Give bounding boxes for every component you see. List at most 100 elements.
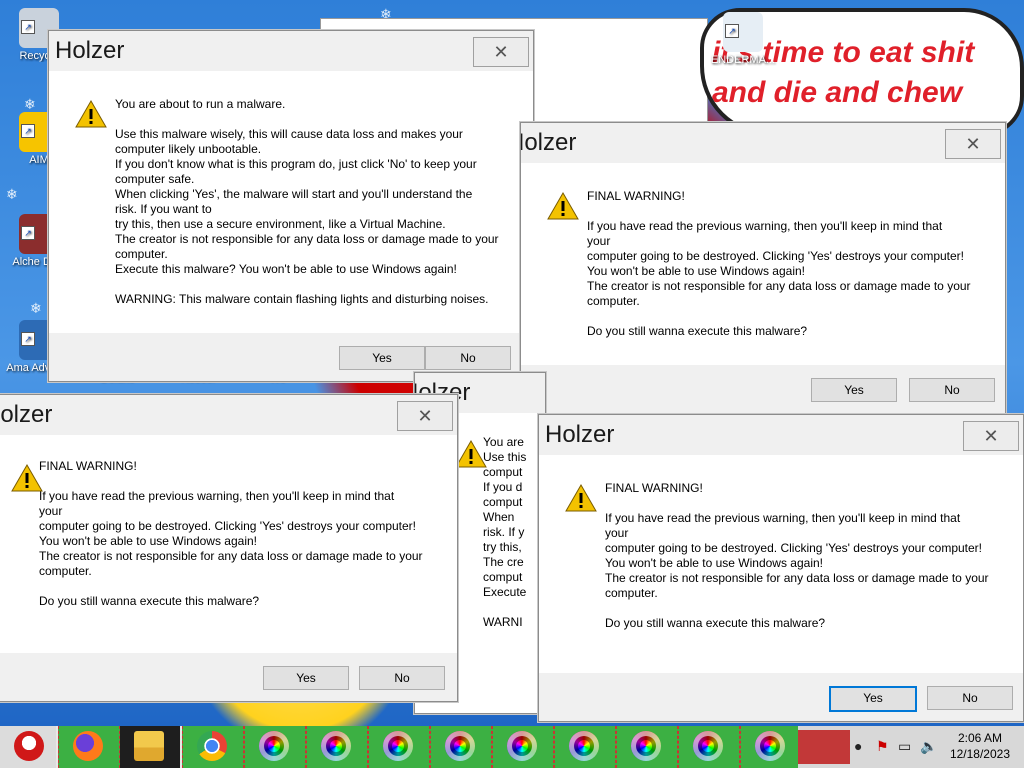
message-line: Execute — [483, 585, 527, 599]
taskbar-app[interactable] — [58, 726, 120, 768]
flag-icon[interactable]: ⚑ — [876, 738, 889, 755]
message-line: computer safe. — [115, 172, 195, 186]
clock[interactable]: 2:06 AM 12/18/2023 — [950, 730, 1010, 762]
color-wheel-icon — [259, 731, 289, 761]
dot-icon: ● — [854, 738, 863, 754]
title-bar[interactable]: Holzer ✕ — [49, 31, 533, 71]
santa-start-icon — [14, 731, 44, 761]
no-button[interactable]: No — [909, 378, 995, 402]
no-button[interactable]: No — [425, 346, 511, 370]
message-line: You are — [483, 435, 524, 449]
message-line: If you have read the previous warning, t… — [587, 219, 943, 233]
close-icon: ✕ — [965, 134, 981, 154]
taskbar-app[interactable] — [554, 726, 616, 768]
message-line: try this, — [483, 540, 522, 554]
yes-button[interactable]: Yes — [811, 378, 897, 402]
dialog-message: You are Use this comput If you d comput When r… — [483, 435, 526, 630]
chrome-icon — [197, 731, 227, 761]
dialog-message: You are about to run a malware. Use this … — [115, 97, 499, 307]
warning-icon — [547, 191, 579, 220]
message-line: You won't be able to use Windows again! — [587, 264, 805, 278]
title-bar[interactable]: Holzer ✕ — [521, 123, 1005, 163]
color-wheel-icon — [631, 731, 661, 761]
dialog-window: Holzer ✕ You are about to run a malware. Us… — [48, 30, 534, 382]
message-line: comput — [483, 495, 523, 509]
taskbar-app[interactable] — [368, 726, 430, 768]
button-bar: Yes No — [521, 365, 1005, 413]
desktop-icon-label: ENDERMA... — [710, 54, 776, 66]
no-button[interactable]: No — [927, 686, 1013, 710]
dialog-window: Holzer ✕ FINAL WARNING! If you have read th… — [538, 414, 1024, 722]
message-line: Execute this malware? You won't be able … — [115, 262, 457, 276]
message-line: risk. If you want to — [115, 202, 212, 216]
yes-button[interactable]: Yes — [339, 346, 425, 370]
message-line: The cre — [483, 555, 524, 569]
message-line: You won't be able to use Windows again! — [39, 534, 257, 548]
dialog-message: FINAL WARNING! If you have read the previ… — [605, 481, 989, 631]
warning-icon — [565, 483, 597, 512]
title-bar[interactable]: Holzer ✕ — [0, 395, 457, 435]
close-icon: ✕ — [983, 426, 999, 446]
message-line: computer going to be destroyed. Clicking… — [605, 541, 982, 555]
no-button[interactable]: No — [359, 666, 445, 690]
taskbar-app[interactable] — [616, 726, 678, 768]
shortcut-arrow-icon: ↗ — [725, 24, 739, 38]
shortcut-arrow-icon: ↗ — [21, 226, 35, 240]
shortcut-arrow-icon: ↗ — [21, 332, 35, 346]
color-wheel-icon — [383, 731, 413, 761]
button-bar: Yes No — [0, 653, 457, 701]
network-icon[interactable]: ▭ — [898, 738, 911, 755]
warning-icon — [75, 99, 107, 128]
color-wheel-icon — [445, 731, 475, 761]
color-wheel-icon — [755, 731, 785, 761]
taskbar-app[interactable] — [182, 726, 244, 768]
start-button[interactable] — [0, 726, 56, 768]
message-line: Do you still wanna execute this malware? — [605, 616, 826, 630]
snowflake-icon: ❄ — [6, 186, 18, 202]
message-line: You are about to run a malware. — [115, 97, 286, 111]
message-line: computer going to be destroyed. Clicking… — [587, 249, 964, 263]
desktop-icon[interactable]: ↗ ENDERMA... — [706, 12, 780, 66]
message-line: computer. — [605, 586, 658, 600]
message-line: comput — [483, 465, 523, 479]
message-line: Do you still wanna execute this malware? — [587, 324, 808, 338]
taskbar: ● ⚑ ▭ 🔈 2:06 AM 12/18/2023 — [0, 726, 1024, 768]
color-wheel-icon — [569, 731, 599, 761]
taskbar-app[interactable] — [120, 726, 180, 768]
title-bar[interactable]: Holzer ✕ — [539, 415, 1023, 455]
close-button[interactable]: ✕ — [963, 421, 1019, 451]
volume-icon[interactable]: 🔈 — [920, 738, 937, 755]
taskbar-app[interactable] — [740, 726, 802, 768]
message-line: computer. — [115, 247, 168, 261]
message-line: The creator is not responsible for any d… — [587, 279, 971, 293]
button-bar: Yes No — [539, 673, 1023, 721]
message-line: your — [587, 234, 611, 248]
close-button[interactable]: ✕ — [397, 401, 453, 431]
dialog-window: Holzer ✕ FINAL WARNING! If you have read th… — [0, 394, 458, 702]
clock-time: 2:06 AM — [957, 731, 1002, 745]
speech-line-2: and die and chew — [712, 76, 963, 109]
message-line: You won't be able to use Windows again! — [605, 556, 823, 570]
window-title: Holzer — [521, 129, 577, 156]
close-button[interactable]: ✕ — [945, 129, 1001, 159]
snowflake-icon: ❄ — [24, 96, 36, 112]
taskbar-app[interactable] — [678, 726, 740, 768]
taskbar-app[interactable] — [306, 726, 368, 768]
window-title: Holzer — [545, 421, 615, 448]
dialog-message: FINAL WARNING! If you have read the previ… — [39, 459, 423, 609]
yes-button[interactable]: Yes — [263, 666, 349, 690]
taskbar-app[interactable] — [492, 726, 554, 768]
taskbar-app[interactable] — [244, 726, 306, 768]
message-line: Use this — [483, 450, 527, 464]
message-line: computer going to be destroyed. Clicking… — [39, 519, 416, 533]
yes-button[interactable]: Yes — [829, 686, 917, 712]
message-line: Do you still wanna execute this malware? — [39, 594, 260, 608]
message-line: computer likely unbootable. — [115, 142, 262, 156]
message-line: WARNI — [483, 615, 523, 629]
taskbar-app[interactable] — [430, 726, 492, 768]
message-line: try this, then use a secure environment,… — [115, 217, 446, 231]
message-line: comput — [483, 570, 523, 584]
close-button[interactable]: ✕ — [473, 37, 529, 67]
message-line: FINAL WARNING! — [39, 459, 137, 473]
message-line: computer. — [39, 564, 92, 578]
